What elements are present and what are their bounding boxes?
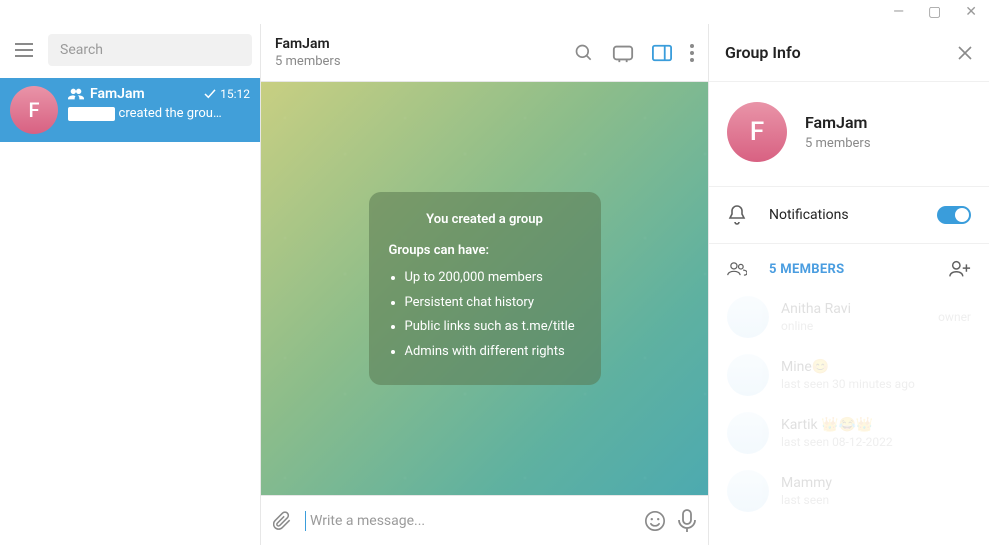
member-row[interactable]: Anitha Ravi online owner	[727, 288, 971, 346]
search-icon[interactable]	[574, 43, 594, 63]
members-icon	[727, 261, 747, 277]
member-name: Mine😊	[781, 359, 959, 375]
more-icon[interactable]	[690, 44, 694, 62]
maximize-button[interactable]: ▢	[928, 4, 941, 20]
check-icon	[204, 89, 216, 99]
side-panel-icon[interactable]	[652, 44, 672, 62]
member-avatar	[727, 296, 769, 338]
emoji-icon[interactable]	[644, 510, 666, 532]
member-row[interactable]: Mine😊 last seen 30 minutes ago	[727, 346, 971, 404]
notifications-row[interactable]: Notifications	[709, 187, 989, 244]
close-panel-button[interactable]	[957, 45, 973, 61]
member-avatar	[727, 412, 769, 454]
member-status: last seen	[781, 493, 959, 507]
member-name: Anitha Ravi	[781, 301, 926, 317]
group-icon	[68, 88, 84, 100]
chat-area: FamJam 5 members You created	[260, 24, 709, 545]
member-row[interactable]: Mammy last seen	[727, 462, 971, 520]
chat-avatar: F	[10, 86, 58, 134]
chat-title[interactable]: FamJam	[275, 36, 341, 52]
chat-last-message: █████ created the grou…	[68, 106, 250, 121]
search-input[interactable]: Search	[48, 34, 252, 66]
message-input[interactable]: Write a message...	[305, 496, 632, 545]
chat-subtitle: 5 members	[275, 54, 341, 69]
attach-icon[interactable]	[273, 510, 293, 532]
group-created-card: You created a group Groups can have: Up …	[369, 192, 601, 385]
window-titlebar: — ▢ ✕	[0, 0, 989, 24]
sidebar: Search F FamJam 15:12 █████ created the …	[0, 24, 260, 545]
member-status: last seen 30 minutes ago	[781, 377, 959, 391]
group-subtitle: 5 members	[805, 136, 871, 151]
menu-button[interactable]	[8, 34, 40, 66]
info-title: Group Info	[725, 43, 801, 62]
member-name: Kartik 👑😂👑	[781, 417, 959, 433]
minimize-button[interactable]: —	[893, 4, 904, 20]
voice-icon[interactable]	[678, 509, 696, 533]
group-feature-item: Admins with different rights	[405, 342, 581, 363]
chat-list-item[interactable]: F FamJam 15:12 █████ created the grou…	[0, 78, 260, 142]
member-name: Mammy	[781, 475, 959, 491]
chat-name: FamJam	[68, 86, 145, 102]
group-feature-item: Public links such as t.me/title	[405, 317, 581, 338]
bell-icon	[727, 205, 747, 225]
member-role: owner	[938, 310, 971, 324]
group-profile: F FamJam 5 members	[709, 82, 989, 187]
member-status: last seen 08-12-2022	[781, 435, 959, 449]
notifications-label: Notifications	[769, 207, 915, 223]
member-row[interactable]: Kartik 👑😂👑 last seen 08-12-2022	[727, 404, 971, 462]
chat-time: 15:12	[204, 87, 250, 101]
group-feature-item: Persistent chat history	[405, 293, 581, 314]
group-name: FamJam	[805, 113, 871, 132]
notifications-toggle[interactable]	[937, 206, 971, 224]
group-info-panel: Group Info F FamJam 5 members Notificati…	[709, 24, 989, 545]
group-avatar[interactable]: F	[727, 102, 787, 162]
member-avatar	[727, 354, 769, 396]
members-count-label: 5 MEMBERS	[769, 262, 844, 277]
close-window-button[interactable]: ✕	[965, 4, 977, 20]
member-avatar	[727, 470, 769, 512]
member-list: Anitha Ravi online owner Mine😊 last seen…	[709, 288, 989, 520]
call-icon[interactable]	[612, 43, 634, 63]
member-status: online	[781, 319, 926, 333]
chat-header: FamJam 5 members	[261, 24, 708, 82]
chat-messages-area[interactable]: You created a group Groups can have: Up …	[261, 82, 708, 495]
add-member-button[interactable]	[949, 260, 971, 278]
message-composer: Write a message...	[261, 495, 708, 545]
members-header: 5 MEMBERS	[709, 244, 989, 288]
group-feature-item: Up to 200,000 members	[405, 268, 581, 289]
